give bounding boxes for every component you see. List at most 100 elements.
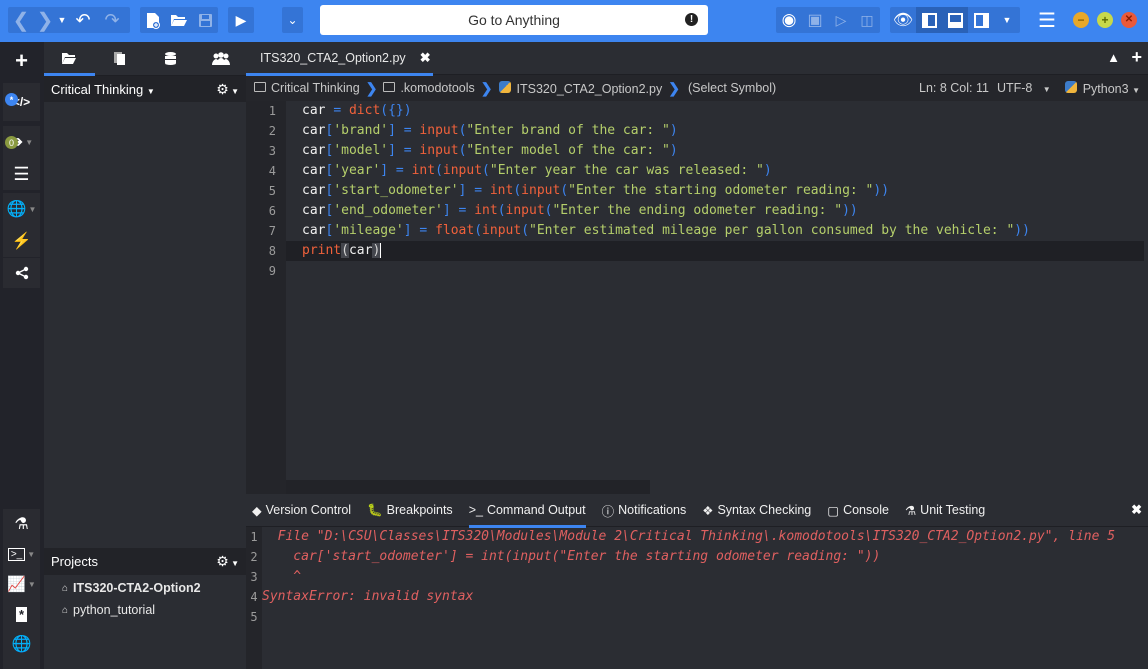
notifications-bell-icon[interactable]: ▲ bbox=[1107, 50, 1120, 65]
toggle-right-pane-button[interactable] bbox=[968, 7, 994, 33]
places-root-dropdown[interactable]: Critical Thinking ▼ bbox=[51, 82, 155, 97]
tab-open-files[interactable] bbox=[95, 42, 146, 75]
breadcrumb-item[interactable]: Critical Thinking bbox=[254, 81, 360, 95]
tab-version-control[interactable]: ◆ Version Control bbox=[252, 494, 351, 527]
regex-icon[interactable]: * bbox=[3, 599, 40, 629]
new-file-button[interactable] bbox=[140, 7, 166, 33]
tab-command-output[interactable]: >_ Command Output bbox=[468, 494, 586, 528]
breadcrumb-item[interactable]: .komodotools bbox=[383, 81, 475, 95]
left-pane-icon bbox=[921, 12, 937, 28]
redo-button[interactable]: ↷ bbox=[98, 7, 126, 33]
save-button[interactable] bbox=[192, 7, 218, 33]
record-macro-button[interactable]: ◉ bbox=[776, 7, 802, 33]
horizontal-scrollbar[interactable] bbox=[286, 480, 650, 494]
tab-places[interactable] bbox=[44, 42, 95, 76]
code-token: ] bbox=[388, 123, 396, 138]
bottom-pane-icon bbox=[947, 12, 963, 28]
close-panel-icon[interactable]: ✖ bbox=[1131, 502, 1142, 518]
code-token: ) bbox=[669, 143, 678, 158]
toggle-bottom-pane-button[interactable] bbox=[942, 7, 968, 33]
tab-collaboration[interactable] bbox=[196, 42, 247, 75]
folder-icon bbox=[383, 82, 396, 92]
toggle-left-pane-button[interactable] bbox=[916, 7, 942, 33]
lb-group-5: ⚗ >_ ▼ 📈 ▼ * 🌐 bbox=[3, 509, 40, 669]
places-header: Critical Thinking ▼ ⚙ ▼ bbox=[44, 76, 246, 102]
code-token: car bbox=[302, 103, 334, 118]
undo-button[interactable]: ↶ bbox=[68, 7, 98, 33]
globe-icon[interactable]: 🌐 ▼ bbox=[3, 193, 40, 225]
file-tab[interactable]: ITS320_CTA2_Option2.py ✖ bbox=[246, 42, 433, 76]
tab-unit-testing[interactable]: ⚗ Unit Testing bbox=[905, 494, 985, 527]
code-token: ( bbox=[513, 183, 522, 198]
code-token: ( bbox=[497, 203, 506, 218]
command-output[interactable]: File "D:\CSU\Classes\ITS320\Modules\Modu… bbox=[262, 527, 1148, 669]
code-line: car = dict({}) bbox=[286, 101, 1148, 121]
version-control-icon[interactable]: ➔▼ 0 bbox=[3, 126, 40, 158]
open-file-button[interactable] bbox=[166, 7, 192, 33]
web-globe-icon[interactable]: 🌐 bbox=[3, 629, 40, 659]
focus-mode-eye-icon[interactable]: 👁 bbox=[890, 7, 916, 33]
left-icon-bar: + </> * ➔▼ 0 ☰ 🌐▼ ⚡ ⚗ >_▼ 📈▼ * 🌐 bbox=[0, 42, 44, 669]
new-tab-plus-icon[interactable]: + bbox=[1131, 47, 1142, 68]
tab-notifications[interactable]: ⓘ Notifications bbox=[602, 494, 687, 527]
tab-database[interactable] bbox=[145, 42, 196, 75]
play-macro-button[interactable]: ▷ bbox=[828, 7, 854, 33]
close-window-button[interactable]: ✕ bbox=[1121, 12, 1137, 28]
code-token: )) bbox=[1014, 223, 1030, 238]
code-token: input bbox=[482, 223, 522, 238]
project-item[interactable]: ⌂ ITS320-CTA2-Option2 bbox=[44, 577, 246, 599]
share-icon[interactable] bbox=[3, 258, 40, 288]
forward-button[interactable]: ❯ bbox=[34, 7, 56, 33]
breadcrumb-item[interactable]: ITS320_CTA2_Option2.py bbox=[498, 80, 662, 96]
chart-icon[interactable]: 📈 ▼ bbox=[3, 569, 40, 599]
places-settings-gear-icon[interactable]: ⚙ ▼ bbox=[216, 81, 239, 98]
layout-dropdown-icon[interactable]: ▼ bbox=[994, 7, 1020, 33]
code-token: ) bbox=[372, 243, 381, 258]
tab-console[interactable]: ▢ Console bbox=[827, 494, 889, 527]
run-group: ▶ bbox=[228, 7, 254, 33]
code-token: int bbox=[474, 203, 498, 218]
output-line: car['start_odometer'] = int(input("Enter… bbox=[262, 549, 881, 564]
language-selector[interactable]: Python3 ▼ bbox=[1064, 80, 1140, 96]
code-token: car bbox=[348, 243, 373, 258]
code-token: ( bbox=[341, 243, 349, 258]
projects-settings-gear-icon[interactable]: ⚙ ▼ bbox=[216, 553, 239, 570]
tab-breakpoints[interactable]: 🐛 Breakpoints bbox=[367, 494, 453, 527]
code-token: car bbox=[302, 123, 326, 138]
toolbar-chevron-down-icon[interactable]: ⌄ bbox=[282, 7, 303, 33]
code-token: 'start_odometer' bbox=[333, 183, 459, 198]
bug-icon: 🐛 bbox=[367, 502, 383, 517]
hamburger-menu-icon[interactable]: ☰ bbox=[1036, 7, 1058, 33]
maximize-window-button[interactable]: + bbox=[1097, 12, 1113, 28]
tab-syntax-checking[interactable]: ❖ Syntax Checking bbox=[702, 494, 811, 527]
close-tab-icon[interactable]: ✖ bbox=[420, 50, 431, 66]
output-line: SyntaxError: invalid syntax bbox=[262, 589, 474, 604]
code-area[interactable]: car = dict({}) car['brand'] = input("Ente… bbox=[286, 101, 1148, 494]
encoding-selector[interactable]: UTF-8 ▼ bbox=[997, 81, 1051, 95]
lightning-icon[interactable]: ⚡ bbox=[3, 225, 40, 257]
code-intel-icon[interactable]: </> * bbox=[3, 83, 40, 121]
code-token: ( bbox=[474, 223, 483, 238]
terminal-icon[interactable]: >_ ▼ bbox=[3, 539, 40, 569]
line-number: 8 bbox=[268, 244, 276, 258]
outline-icon[interactable]: ☰ bbox=[3, 158, 40, 190]
save-macro-button[interactable]: ◫ bbox=[854, 7, 880, 33]
code-token: = bbox=[333, 103, 349, 118]
stop-macro-button[interactable]: ▣ bbox=[802, 7, 828, 33]
monitor-icon: ▢ bbox=[827, 503, 840, 518]
history-dropdown-icon[interactable]: ▼ bbox=[56, 7, 68, 33]
minimize-window-button[interactable]: − bbox=[1073, 12, 1089, 28]
flask-icon[interactable]: ⚗ bbox=[3, 509, 40, 539]
add-icon[interactable]: + bbox=[3, 45, 40, 77]
go-to-anything-input[interactable]: Go to Anything ! bbox=[320, 5, 708, 35]
project-item[interactable]: ⌂ python_tutorial bbox=[44, 599, 246, 621]
output-line-number: 5 bbox=[250, 610, 258, 624]
code-token: "Enter estimated mileage per gallon cons… bbox=[529, 223, 1015, 238]
symbol-selector[interactable]: (Select Symbol) bbox=[688, 81, 776, 95]
run-button[interactable]: ▶ bbox=[228, 7, 254, 33]
alert-icon[interactable]: ! bbox=[685, 13, 698, 26]
folder-icon bbox=[62, 53, 77, 64]
back-button[interactable]: ❮ bbox=[8, 7, 34, 33]
version-control-icon: ◆ bbox=[252, 503, 262, 518]
